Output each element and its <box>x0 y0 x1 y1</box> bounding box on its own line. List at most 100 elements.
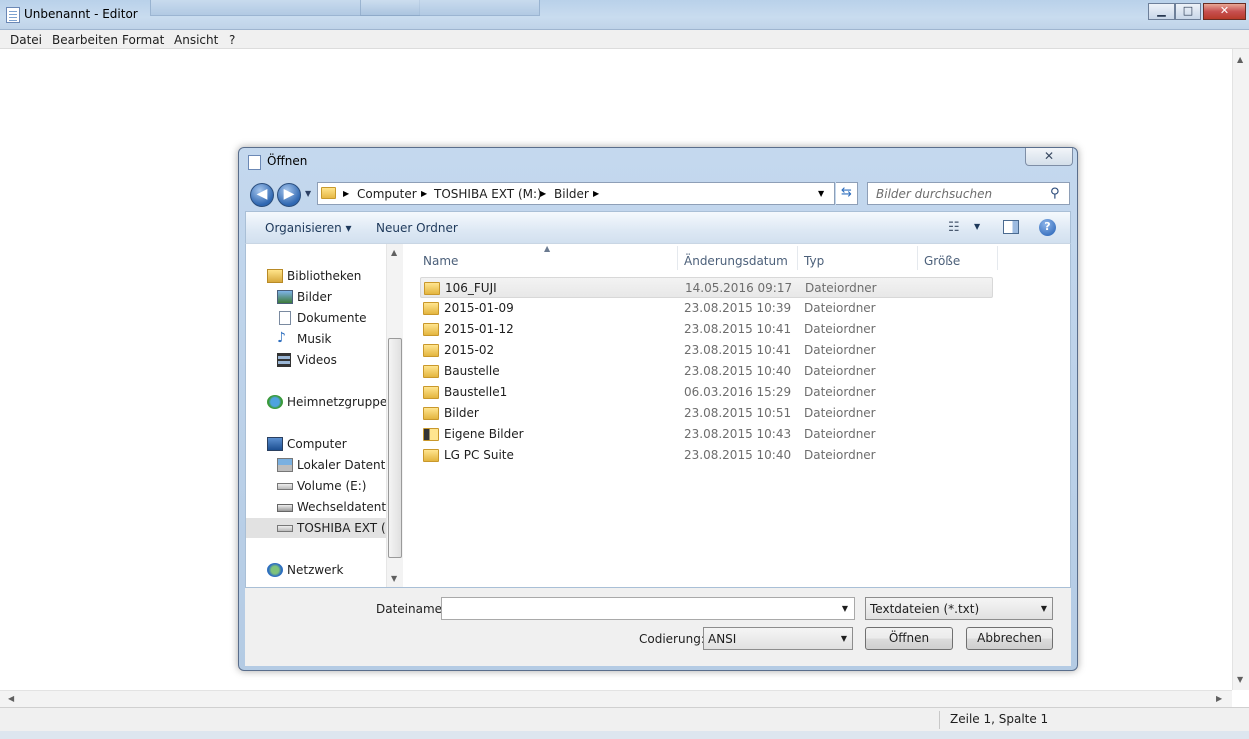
search-input[interactable]: Bilder durchsuchen ⚲ <box>867 182 1070 205</box>
file-row[interactable]: 2015-01-12 23.08.2015 10:41 Dateiordner <box>420 319 993 340</box>
nav-item-network[interactable]: Netzwerk <box>246 560 386 580</box>
breadcrumb-computer[interactable]: Computer <box>357 187 417 201</box>
search-icon[interactable]: ⚲ <box>1050 186 1060 201</box>
window-titlebar[interactable]: Unbenannt - Editor ▁ □ ✕ <box>0 0 1249 30</box>
cursor-position: Zeile 1, Spalte 1 <box>950 712 1049 726</box>
scroll-right-arrow-icon[interactable]: ▶ <box>1216 694 1222 703</box>
homegroup-icon <box>267 395 283 409</box>
nav-pane-scrollbar[interactable]: ▲ ▼ <box>386 244 403 587</box>
view-options-icon[interactable]: ☷ <box>948 220 960 235</box>
new-folder-button[interactable]: Neuer Ordner <box>376 221 458 235</box>
column-size[interactable]: Größe <box>924 254 960 268</box>
breadcrumb-arrow-icon[interactable]: ▶ <box>593 189 599 198</box>
breadcrumb-arrow-icon[interactable]: ▶ <box>540 189 546 198</box>
file-name: Baustelle1 <box>444 385 508 399</box>
file-row[interactable]: Baustelle 23.08.2015 10:40 Dateiordner <box>420 361 993 382</box>
nav-item-label: Wechseldatenträger <box>297 500 386 514</box>
file-date: 23.08.2015 10:43 <box>684 427 792 441</box>
menu-ansicht[interactable]: Ansicht <box>174 33 218 47</box>
recent-locations-dropdown[interactable]: ▼ <box>305 189 311 198</box>
refresh-button[interactable]: ⇆ <box>836 182 858 205</box>
nav-item-removable[interactable]: Wechseldatenträger <box>246 497 386 517</box>
file-date: 23.08.2015 10:51 <box>684 406 792 420</box>
back-button[interactable]: ◀ <box>250 183 274 207</box>
nav-item-label: Dokumente <box>297 311 367 325</box>
column-type[interactable]: Typ <box>804 254 824 268</box>
scroll-up-arrow-icon[interactable]: ▲ <box>391 248 397 257</box>
nav-item-homegroup[interactable]: Heimnetzgruppe <box>246 392 386 412</box>
help-icon[interactable]: ? <box>1039 219 1056 236</box>
view-dropdown-icon[interactable]: ▼ <box>974 222 980 231</box>
nav-item-volume-e[interactable]: Volume (E:) <box>246 476 386 496</box>
nav-item-music[interactable]: ♪ Musik <box>246 329 386 349</box>
file-row[interactable]: LG PC Suite 23.08.2015 10:40 Dateiordner <box>420 445 993 466</box>
forward-button[interactable]: ▶ <box>277 183 301 207</box>
scrollbar-thumb[interactable] <box>388 338 402 558</box>
libraries-icon <box>267 269 283 283</box>
preview-pane-icon[interactable] <box>1003 220 1019 234</box>
taskbar-edge <box>0 731 1249 739</box>
column-name[interactable]: Name <box>423 254 458 268</box>
column-separator[interactable] <box>677 246 678 270</box>
removable-drive-icon <box>277 504 293 512</box>
dialog-notepad-icon <box>248 155 261 170</box>
file-type: Dateiordner <box>804 343 876 357</box>
navigation-pane: Bibliotheken Bilder Dokumente ♪ Musik Vi… <box>246 244 404 587</box>
file-row[interactable]: 2015-02 23.08.2015 10:41 Dateiordner <box>420 340 993 361</box>
file-row[interactable]: Bilder 23.08.2015 10:51 Dateiordner <box>420 403 993 424</box>
column-separator[interactable] <box>997 246 998 270</box>
horizontal-scrollbar[interactable]: ◀ ▶ <box>0 690 1232 707</box>
encoding-value: ANSI <box>708 632 737 646</box>
open-dialog: Öffnen ✕ ◀ ▶ ▼ ▶ Computer ▶ TOSHIBA EXT … <box>238 147 1078 671</box>
nav-item-libraries[interactable]: Bibliotheken <box>246 266 386 286</box>
nav-item-computer[interactable]: Computer <box>246 434 386 454</box>
breadcrumb-arrow-icon[interactable]: ▶ <box>421 189 427 198</box>
file-name: 2015-01-12 <box>444 322 514 336</box>
nav-item-label: Netzwerk <box>287 563 344 577</box>
filename-input[interactable]: ▼ <box>441 597 855 620</box>
scroll-up-arrow-icon[interactable]: ▲ <box>1237 55 1243 64</box>
file-row[interactable]: Baustelle1 06.03.2016 15:29 Dateiordner <box>420 382 993 403</box>
open-button[interactable]: Öffnen <box>865 627 953 650</box>
menu-bearbeiten[interactable]: Bearbeiten <box>52 33 118 47</box>
filename-history-dropdown-icon[interactable]: ▼ <box>842 604 848 613</box>
status-separator <box>939 711 940 729</box>
breadcrumb-arrow-icon[interactable]: ▶ <box>343 189 349 198</box>
file-type: Dateiordner <box>804 406 876 420</box>
file-row[interactable]: 106_FUJI 14.05.2016 09:17 Dateiordner <box>420 277 993 298</box>
dialog-close-button[interactable]: ✕ <box>1025 148 1073 166</box>
nav-item-pictures[interactable]: Bilder <box>246 287 386 307</box>
file-date: 14.05.2016 09:17 <box>685 281 793 295</box>
column-date[interactable]: Änderungsdatum <box>684 254 788 268</box>
scroll-down-arrow-icon[interactable]: ▼ <box>391 574 397 583</box>
nav-item-videos[interactable]: Videos <box>246 350 386 370</box>
breadcrumb-drive[interactable]: TOSHIBA EXT (M:) <box>434 187 542 201</box>
maximize-button[interactable]: □ <box>1175 3 1201 20</box>
menu-format[interactable]: Format <box>122 33 164 47</box>
breadcrumb-folder[interactable]: Bilder <box>554 187 589 201</box>
vertical-scrollbar[interactable]: ▲ ▼ <box>1232 49 1249 690</box>
file-row[interactable]: 2015-01-09 23.08.2015 10:39 Dateiordner <box>420 298 993 319</box>
nav-item-label: Lokaler Datenträger (C:) <box>297 458 386 472</box>
menu-datei[interactable]: Datei <box>10 33 42 47</box>
file-row[interactable]: Eigene Bilder 23.08.2015 10:43 Dateiordn… <box>420 424 993 445</box>
column-separator[interactable] <box>917 246 918 270</box>
address-bar[interactable]: ▶ Computer ▶ TOSHIBA EXT (M:) ▶ Bilder ▶… <box>317 182 835 205</box>
music-library-icon: ♪ <box>277 330 286 346</box>
scroll-down-arrow-icon[interactable]: ▼ <box>1237 675 1243 684</box>
address-dropdown-icon[interactable]: ▼ <box>818 189 824 198</box>
cancel-button[interactable]: Abbrechen <box>966 627 1053 650</box>
nav-item-toshiba[interactable]: TOSHIBA EXT (M:) <box>246 518 386 538</box>
column-separator[interactable] <box>797 246 798 270</box>
organize-button[interactable]: Organisieren ▾ <box>265 221 352 235</box>
encoding-select[interactable]: ANSI ▼ <box>703 627 853 650</box>
filetype-select[interactable]: Textdateien (*.txt) ▼ <box>865 597 1053 620</box>
close-button[interactable]: ✕ <box>1203 3 1246 20</box>
minimize-button[interactable]: ▁ <box>1148 3 1175 20</box>
scroll-left-arrow-icon[interactable]: ◀ <box>8 694 14 703</box>
nav-item-local-disk[interactable]: Lokaler Datenträger (C:) <box>246 455 386 475</box>
file-date: 23.08.2015 10:41 <box>684 322 792 336</box>
nav-item-documents[interactable]: Dokumente <box>246 308 386 328</box>
nav-item-label: TOSHIBA EXT (M:) <box>297 521 386 535</box>
menu-help[interactable]: ? <box>229 33 235 47</box>
